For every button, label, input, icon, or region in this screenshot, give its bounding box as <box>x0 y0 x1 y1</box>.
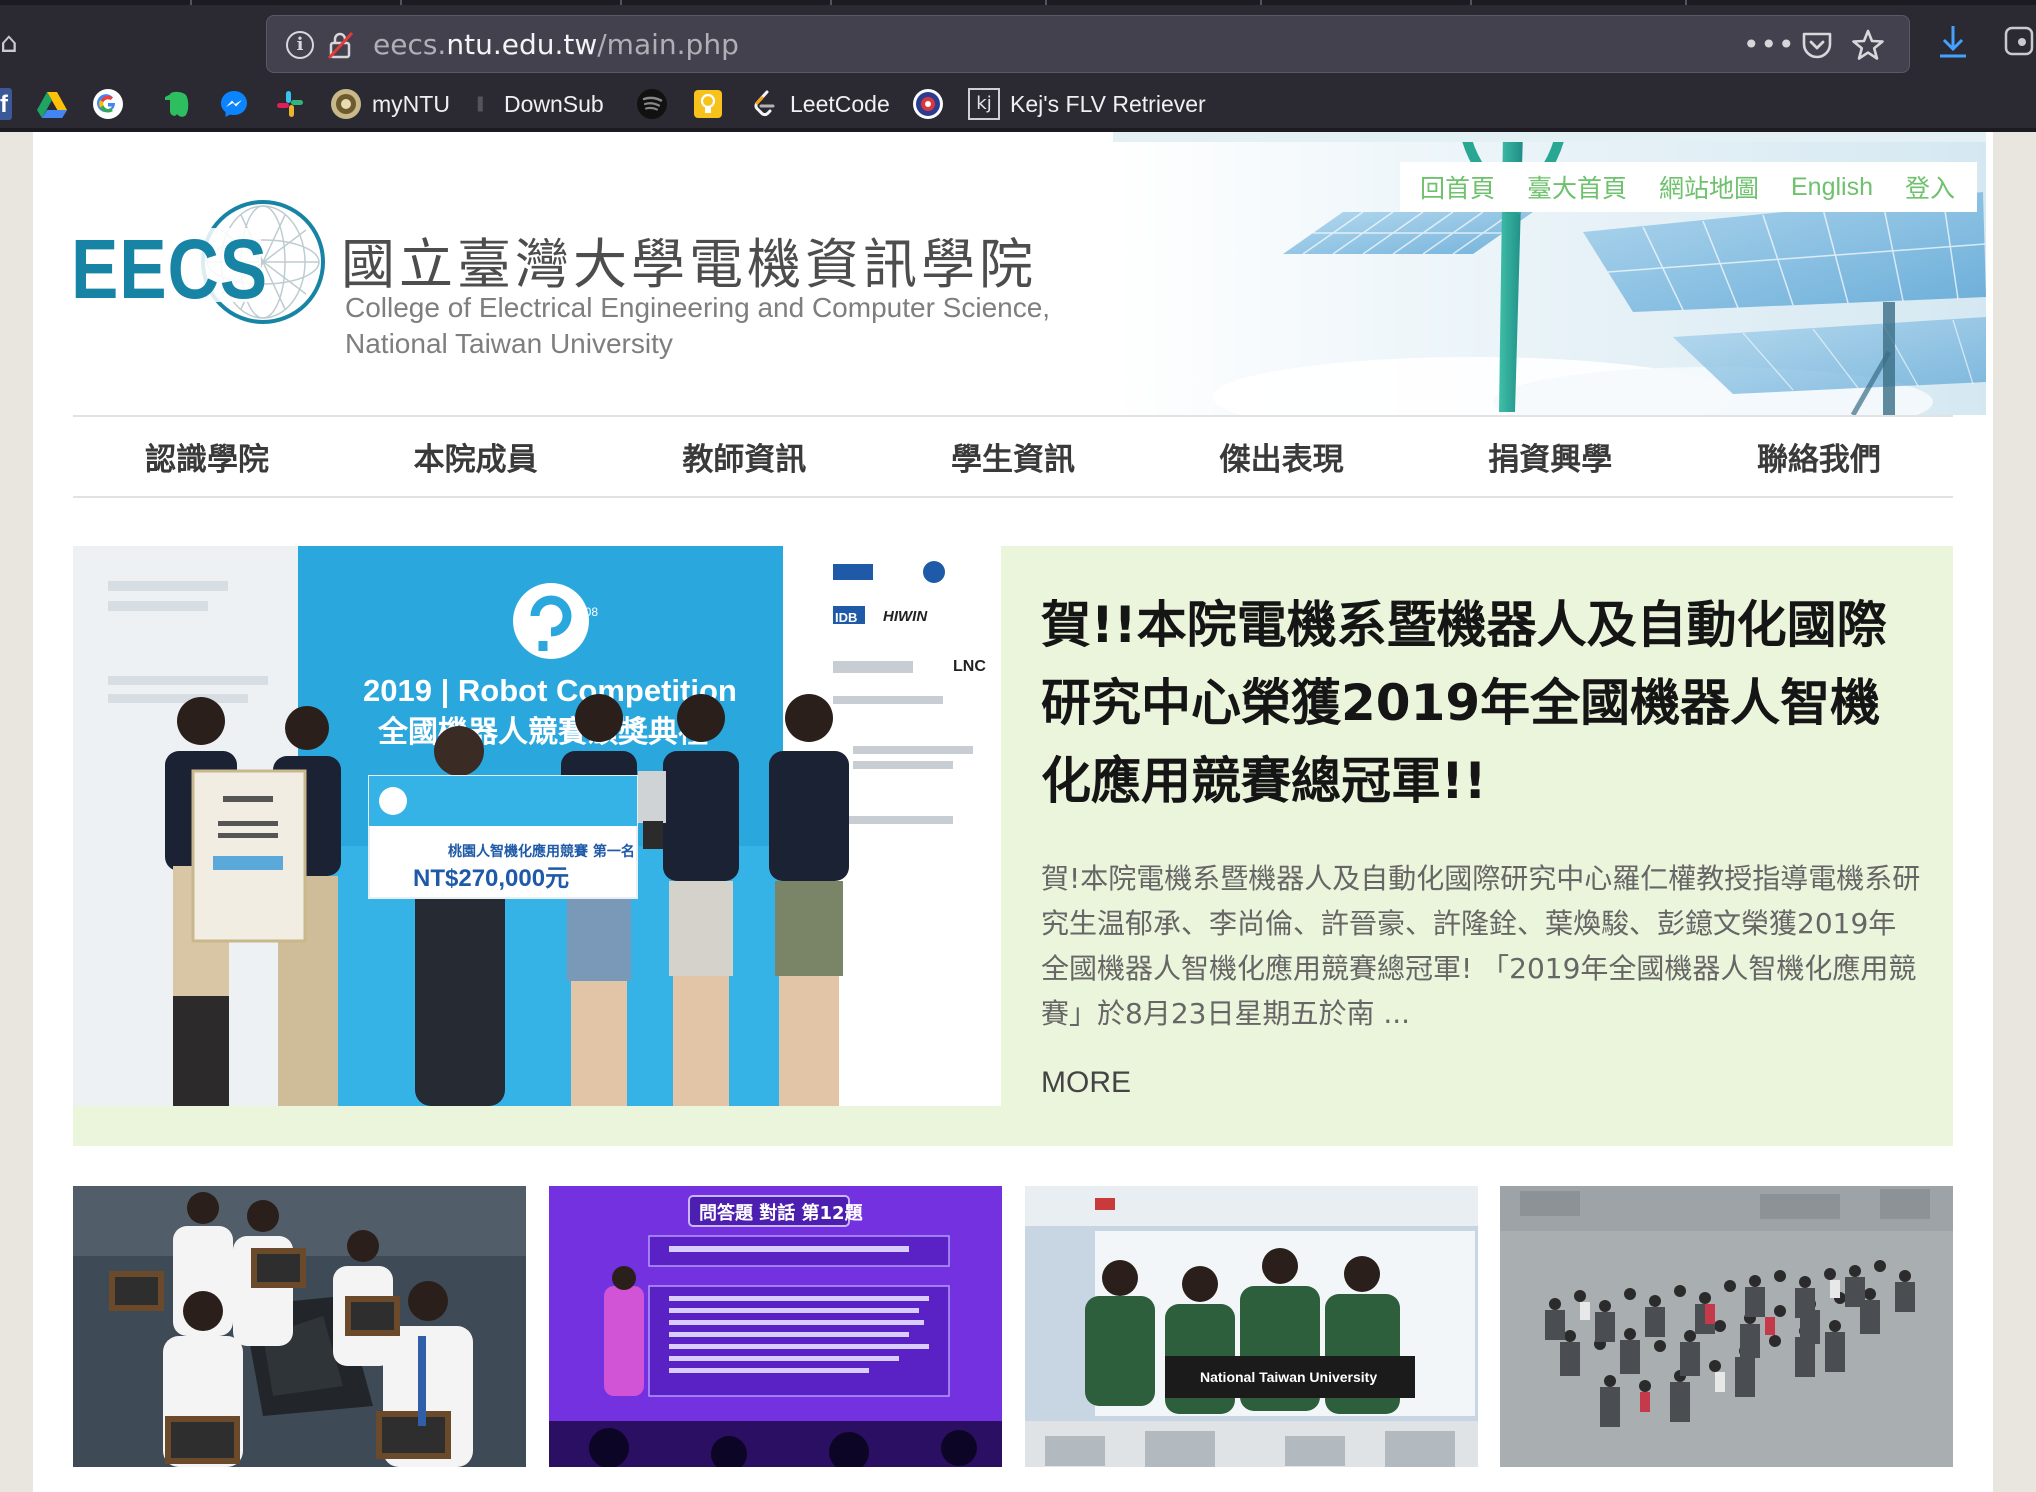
tab-separator <box>190 0 192 5</box>
bookmark-messenger[interactable] <box>218 84 260 124</box>
college-name-en-line1: College of Electrical Engineering and Co… <box>345 292 1051 323</box>
tab-separator <box>620 0 622 5</box>
bookmarks-toolbar: f myNTU DownSub LeetCode kj Kej's FLV Re… <box>0 82 2036 128</box>
extension-icon[interactable] <box>2000 22 2036 62</box>
evernote-icon <box>165 91 189 117</box>
nav-donation[interactable]: 捐資興學 <box>1488 434 1612 479</box>
sponsor-idb: IDB <box>835 610 857 625</box>
messenger-icon <box>221 91 247 117</box>
featured-more-link[interactable]: MORE <box>1041 1066 1131 1100</box>
featured-photo[interactable]: 108 2019 | Robot Competition 全國機器人競賽頒獎典禮… <box>73 546 1001 1106</box>
url-subdomain: eecs. <box>373 28 447 61</box>
nav-about[interactable]: 認識學院 <box>145 434 269 479</box>
tab-separator <box>1470 0 1472 5</box>
link-ntu-home[interactable]: 臺大首頁 <box>1527 169 1627 205</box>
utility-links: 回首頁 臺大首頁 網站地圖 English 登入 <box>1399 162 1977 212</box>
photo-banner-year: 2019 <box>363 673 432 708</box>
news-thumbnail[interactable]: 問答題 對話 第12題 <box>549 1186 1002 1467</box>
google-icon <box>93 89 123 119</box>
url-text[interactable]: eecs.ntu.edu.tw/main.php <box>373 28 739 62</box>
link-english[interactable]: English <box>1791 173 1873 202</box>
photo-board-line: 桃園人智機化應用競賽 第一名 <box>448 843 635 860</box>
eecs-logo[interactable]: EECS <box>71 170 351 360</box>
main-nav: 認識學院 本院成員 教師資訊 學生資訊 傑出表現 捐資興學 聯絡我們 <box>73 415 1953 498</box>
browser-chrome: ⌂ i eecs.ntu.edu.tw/main.php ••• f myNTU… <box>0 0 2036 132</box>
nav-achievements[interactable]: 傑出表現 <box>1220 434 1344 479</box>
page-actions-menu-button[interactable]: ••• <box>1743 28 1796 62</box>
address-bar[interactable]: i eecs.ntu.edu.tw/main.php ••• <box>266 15 1910 73</box>
google-drive-icon <box>37 92 67 118</box>
download-icon[interactable] <box>1936 22 1970 62</box>
nav-members[interactable]: 本院成員 <box>414 434 538 479</box>
facebook-icon: f <box>0 88 12 120</box>
info-icon[interactable]: i <box>286 31 314 59</box>
page-content: 回首頁 臺大首頁 網站地圖 English 登入 EECS 國立臺灣大學電機資訊… <box>33 132 1993 1492</box>
bookmark-google-drive[interactable] <box>36 84 78 124</box>
college-name-zh: 國立臺灣大學電機資訊學院 <box>341 233 1037 296</box>
bookmark-spotify[interactable] <box>636 84 678 124</box>
bookmark-evernote[interactable] <box>162 84 204 124</box>
bookmark-downsub[interactable]: DownSub <box>474 84 604 124</box>
college-name-en-line2: National Taiwan University <box>345 328 673 359</box>
tab-strip <box>0 0 2036 5</box>
bookmark-leetcode[interactable]: LeetCode <box>748 84 890 124</box>
kj-icon: kj <box>968 88 1000 120</box>
ntu-seal-icon <box>331 89 361 119</box>
bookmark-myntu[interactable]: myNTU <box>330 84 450 124</box>
bookmark-kej-flv[interactable]: kj Kej's FLV Retriever <box>968 84 1206 124</box>
url-path: /main.php <box>597 28 739 61</box>
insecure-lock-icon[interactable] <box>325 30 355 60</box>
spotify-icon <box>637 89 667 119</box>
nav-students[interactable]: 學生資訊 <box>951 434 1075 479</box>
tab-separator <box>830 0 832 5</box>
link-sitemap[interactable]: 網站地圖 <box>1659 169 1759 205</box>
featured-title[interactable]: 賀!!本院電機系暨機器人及自動化國際研究中心榮獲2019年全國機器人智機化應用競… <box>1041 586 1921 820</box>
featured-summary: 賀!本院電機系暨機器人及自動化國際研究中心羅仁權教授指導電機系研究生温郁承、李尚… <box>1041 862 1921 1030</box>
sponsor-hiwin: HIWIN <box>883 608 928 625</box>
bookmark-idea[interactable] <box>692 84 734 124</box>
ntu-emblem-icon <box>913 89 943 119</box>
bookmark-label: LeetCode <box>790 90 890 117</box>
leetcode-icon <box>754 90 775 117</box>
bookmark-label: DownSub <box>504 90 604 117</box>
link-home[interactable]: 回首頁 <box>1420 169 1495 205</box>
tab-separator <box>1260 0 1262 5</box>
featured-news: 108 2019 | Robot Competition 全國機器人競賽頒獎典禮… <box>73 546 1953 1146</box>
thumbnail-caption: National Taiwan University <box>1200 1369 1377 1385</box>
nav-faculty[interactable]: 教師資訊 <box>682 434 806 479</box>
bookmark-google[interactable] <box>92 84 134 124</box>
news-thumbnail[interactable] <box>1500 1186 1953 1467</box>
bookmark-label: Kej's FLV Retriever <box>1010 90 1206 117</box>
bookmark-facebook[interactable]: f <box>0 84 22 124</box>
photo-banner-zh: 全國機器人競賽頒獎典禮 <box>377 715 708 750</box>
lightbulb-icon <box>694 90 722 118</box>
thumbnail-caption: 問答題 對話 第12題 <box>699 1202 864 1224</box>
bookmark-ntu-emblem[interactable] <box>912 84 954 124</box>
url-host: ntu.edu.tw <box>446 28 598 61</box>
sponsor-lnc: LNC <box>953 658 986 675</box>
logo-text: EECS <box>71 222 268 316</box>
tab-separator <box>1685 0 1687 5</box>
slack-icon <box>277 91 303 117</box>
home-icon[interactable]: ⌂ <box>0 28 16 58</box>
bookmark-slack[interactable] <box>274 84 316 124</box>
link-login[interactable]: 登入 <box>1905 169 1955 205</box>
bookmark-icon <box>477 96 483 112</box>
photo-board-amount: NT$270,000元 <box>413 865 569 892</box>
svg-text:2019 | Robot Competition: 2019 | Robot Competition <box>363 673 737 708</box>
news-thumbnail[interactable] <box>73 1186 526 1467</box>
nav-contact[interactable]: 聯絡我們 <box>1757 434 1881 479</box>
bookmark-label: myNTU <box>372 90 450 117</box>
tab-separator <box>1045 0 1047 5</box>
bookmark-star-icon[interactable] <box>1851 28 1885 62</box>
pocket-icon[interactable] <box>1801 30 1833 60</box>
news-thumbnail[interactable]: National Taiwan University <box>1025 1186 1478 1467</box>
tab-separator <box>400 0 402 5</box>
svg-text:108: 108 <box>578 605 598 619</box>
